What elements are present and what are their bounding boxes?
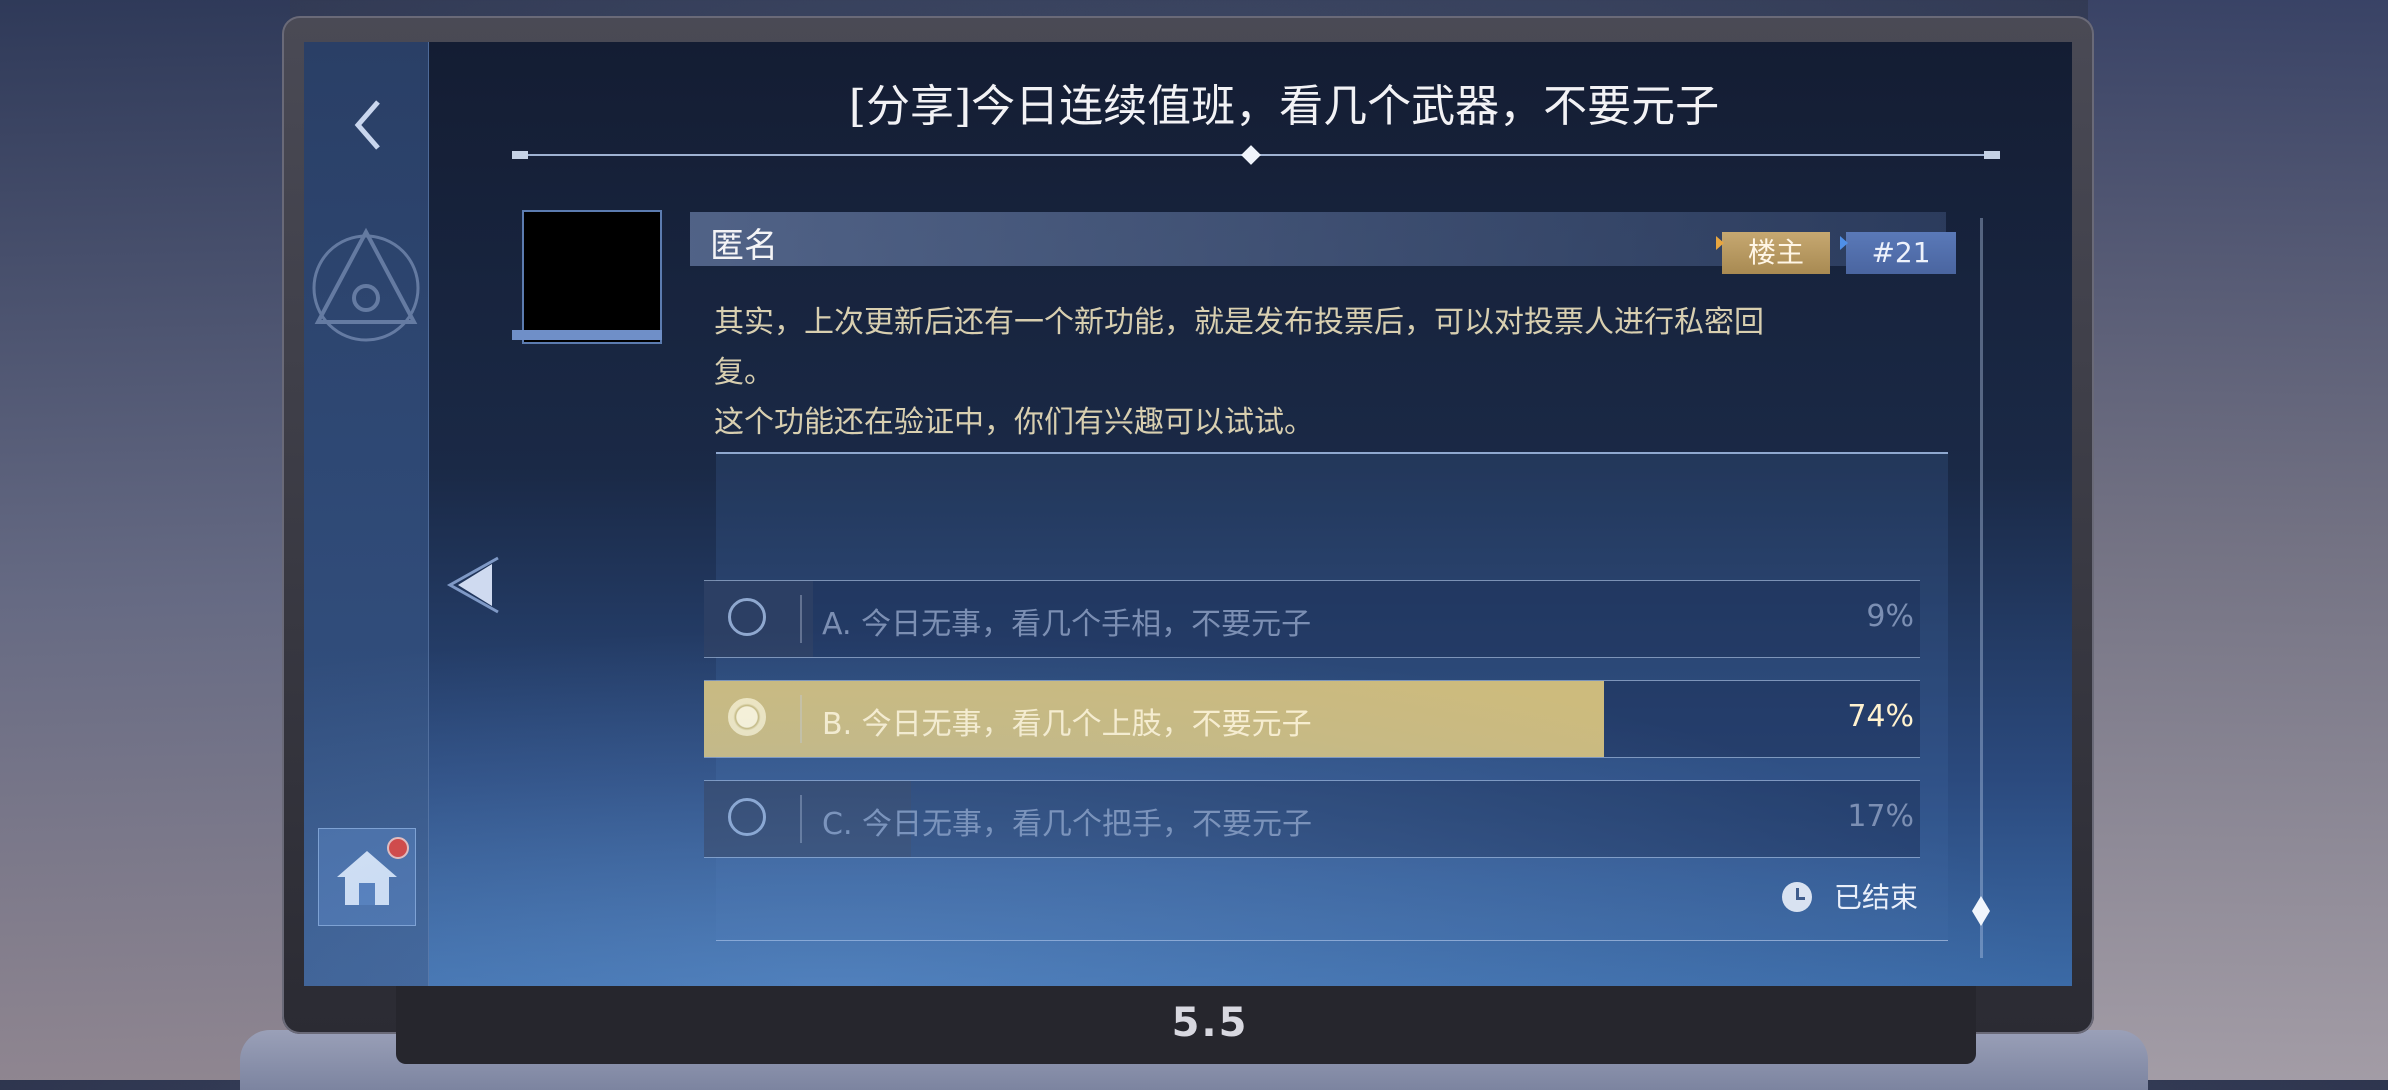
scroll-handle[interactable] [1972,896,1990,926]
chevron-left-icon [354,100,380,150]
background-left [0,0,290,1080]
triangle-left-icon [446,556,499,614]
post-title: [分享]今日连续值班，看几个武器，不要元子 [848,81,1720,132]
back-button[interactable] [340,90,396,160]
option-percent: 9% [1866,599,1914,634]
option-fill [704,781,911,857]
divider-diamond-icon [1241,145,1261,165]
diamond-icon [1972,896,1990,926]
floor-number: #21 [1840,232,1956,274]
radio-selected-icon [728,698,766,736]
post-body: 其实，上次更新后还有一个新功能，就是发布投票后，可以对投票人进行私密回 复。 这… [714,298,1854,448]
poll-status: 已结束 [1834,881,1919,914]
scroll-track [1980,218,1983,958]
option-fill [704,681,1604,757]
poll-panel [716,452,1948,941]
previous-page-button[interactable] [446,550,506,620]
game-scene: 5.5 [分享]今日连续值班，看几个武器，不要元子 匿名 楼主 #21 其实，上… [0,0,2388,1090]
option-separator [800,595,802,643]
option-label: A. 今日无事，看几个手相，不要元子 [822,607,1312,642]
forum-screen: [分享]今日连续值班，看几个武器，不要元子 匿名 楼主 #21 其实，上次更新后… [304,42,2072,986]
avatar[interactable] [522,210,662,344]
sidebar [304,42,429,986]
option-track [704,681,1920,757]
body-line: 复。 [714,355,774,390]
option-separator [800,795,802,843]
poll-option-b[interactable]: B. 今日无事，看几个上肢，不要元子 74% [704,680,1920,758]
owner-tag: 楼主 [1716,232,1830,274]
home-button[interactable] [318,828,416,926]
laptop-brand-logo: 5.5 [1171,1000,1249,1046]
author-name: 匿名 [710,226,778,266]
option-percent: 74% [1847,699,1914,734]
option-label: B. 今日无事，看几个上肢，不要元子 [822,707,1312,742]
clock-icon [1782,882,1812,912]
notification-dot [387,837,409,859]
body-line: 这个功能还在验证中，你们有兴趣可以试试。 [714,405,1314,440]
poll-option-c[interactable]: C. 今日无事，看几个把手，不要元子 17% [704,780,1920,858]
option-label: C. 今日无事，看几个把手，不要元子 [822,807,1313,842]
radio-icon [728,598,766,636]
avatar-frame [512,330,662,340]
body-line: 其实，上次更新后还有一个新功能，就是发布投票后，可以对投票人进行私密回 [714,305,1764,340]
poll-option-a[interactable]: A. 今日无事，看几个手相，不要元子 9% [704,580,1920,658]
home-icon [337,851,397,905]
emblem-icon [312,227,420,342]
option-percent: 17% [1847,799,1914,834]
radio-icon [728,798,766,836]
option-separator [800,695,802,743]
option-track [704,781,1920,857]
background-right [2088,0,2388,1080]
